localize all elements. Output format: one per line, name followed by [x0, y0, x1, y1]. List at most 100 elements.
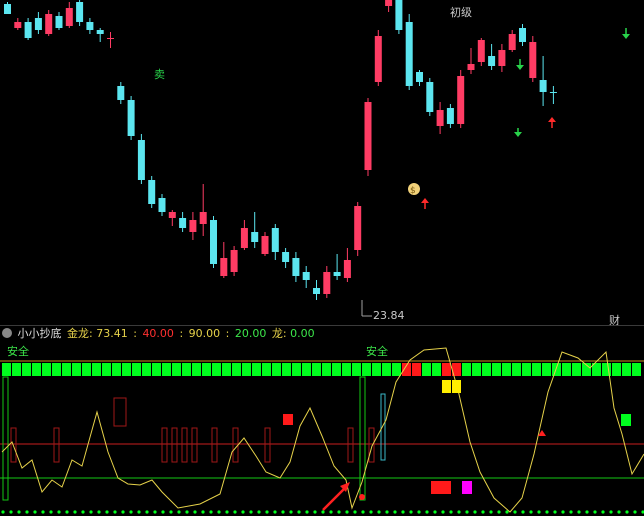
candle-body[interactable]: [76, 2, 84, 22]
baseline-dot: [177, 510, 181, 514]
signal-block: [482, 363, 491, 376]
candle-body[interactable]: [416, 72, 423, 82]
baseline-dot: [361, 510, 365, 514]
baseline-dot: [217, 510, 221, 514]
signal-block: [312, 363, 321, 376]
candle-body[interactable]: [549, 92, 557, 93]
candle-body[interactable]: [168, 212, 176, 218]
candle-body[interactable]: [55, 16, 63, 28]
candle-body[interactable]: [395, 0, 403, 30]
candlestick-chart[interactable]: 卖 初级 23.84 财 $: [0, 0, 644, 326]
candle-body[interactable]: [488, 56, 496, 66]
baseline-dot: [313, 510, 317, 514]
candle-body[interactable]: [302, 272, 310, 280]
candle-body[interactable]: [86, 22, 94, 30]
signal-block: [142, 363, 151, 376]
signal-block: [42, 363, 51, 376]
candle-body[interactable]: [107, 38, 114, 39]
candle-body[interactable]: [251, 232, 259, 242]
candle-body[interactable]: [313, 288, 320, 294]
signal-block: [332, 363, 341, 376]
candle-body[interactable]: [426, 82, 434, 112]
candle-body[interactable]: [117, 86, 125, 100]
safe-label-mid: 安全: [366, 344, 388, 358]
collapse-icon[interactable]: [2, 328, 12, 338]
candle-body[interactable]: [292, 258, 300, 276]
signal-block: [462, 363, 471, 376]
candle-body[interactable]: [333, 272, 341, 276]
baseline-dot: [241, 510, 245, 514]
candle-body[interactable]: [539, 80, 547, 92]
candle-body[interactable]: [148, 180, 156, 204]
baseline-dot: [81, 510, 85, 514]
candle-body[interactable]: [34, 18, 42, 30]
candle-body[interactable]: [364, 102, 372, 170]
candle-body[interactable]: [137, 140, 145, 180]
sell-signal-label: 卖: [154, 68, 165, 81]
safe-label-left: 安全: [7, 344, 29, 358]
signal-block: [242, 363, 251, 376]
candle-body[interactable]: [158, 198, 166, 212]
candle-body[interactable]: [374, 36, 382, 82]
candle-body[interactable]: [519, 28, 526, 42]
candle-body[interactable]: [354, 206, 362, 250]
candle-body[interactable]: [436, 110, 444, 126]
candle-body[interactable]: [282, 252, 290, 262]
candle-body[interactable]: [508, 34, 516, 50]
hollow-bar: [161, 427, 168, 463]
candle-body[interactable]: [189, 220, 197, 232]
svg-text:$: $: [410, 186, 416, 196]
candle-body[interactable]: [457, 76, 465, 124]
candle-body[interactable]: [210, 220, 217, 264]
signal-block: [122, 363, 131, 376]
candle-body[interactable]: [446, 108, 454, 124]
candle-body[interactable]: [467, 64, 475, 70]
candle-body[interactable]: [405, 22, 413, 86]
red-block: [441, 481, 451, 494]
baseline-dot: [193, 510, 197, 514]
candle-body[interactable]: [14, 22, 22, 28]
signal-block: [382, 363, 391, 376]
candle-body[interactable]: [477, 40, 485, 62]
magenta-block: [462, 481, 472, 494]
baseline-dot: [225, 510, 229, 514]
candle-body[interactable]: [220, 258, 228, 276]
candle-body[interactable]: [4, 4, 11, 14]
candle-body[interactable]: [323, 272, 331, 294]
candle-body[interactable]: [96, 30, 104, 34]
buy-arrow-icon: [421, 198, 429, 209]
signal-block: [102, 363, 111, 376]
dragon-label: 龙:: [271, 327, 287, 340]
candle-body[interactable]: [385, 0, 393, 6]
candle-body[interactable]: [127, 100, 135, 136]
baseline-dot: [73, 510, 77, 514]
baseline-dot: [17, 510, 21, 514]
signal-block: [322, 363, 331, 376]
signal-block: [62, 363, 71, 376]
hollow-bar: [347, 427, 354, 463]
candle-body[interactable]: [199, 212, 207, 224]
indicator-chart[interactable]: 安全 安全: [0, 342, 644, 516]
candle-body[interactable]: [65, 8, 73, 26]
candle-body[interactable]: [343, 260, 351, 278]
sell-arrow-icon: [516, 59, 524, 70]
candle-body[interactable]: [179, 218, 187, 228]
signal-block: [522, 363, 531, 376]
signal-block: [552, 363, 561, 376]
baseline-dot: [433, 510, 437, 514]
initial-label: 初级: [450, 5, 472, 19]
dragon-value: 0.00: [290, 327, 315, 340]
baseline-dot: [145, 510, 149, 514]
candle-body[interactable]: [24, 22, 32, 38]
level-1-value: 40.00: [142, 327, 174, 340]
candle-body[interactable]: [230, 250, 238, 272]
signal-block: [342, 363, 351, 376]
candle-body[interactable]: [498, 50, 506, 66]
candle-body[interactable]: [45, 14, 53, 34]
candle-body[interactable]: [240, 228, 248, 248]
candle-body[interactable]: [529, 42, 537, 78]
baseline-dot: [25, 510, 29, 514]
candle-body[interactable]: [271, 228, 279, 252]
candle-body[interactable]: [261, 236, 269, 254]
baseline-dot: [585, 510, 589, 514]
